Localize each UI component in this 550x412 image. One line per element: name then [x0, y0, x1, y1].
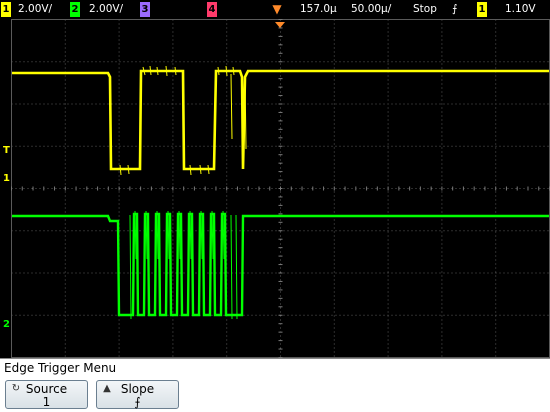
ch2-ground-marker[interactable]: 2: [3, 319, 10, 330]
softkey-bar: ↻ Source 1 ▲ Slope ⨍: [0, 377, 550, 412]
ch1-ground-marker[interactable]: 1: [3, 173, 10, 184]
trigger-level-marker[interactable]: T: [3, 145, 10, 156]
graticule: [11, 19, 550, 358]
slope-icon: ⨍: [452, 3, 458, 15]
menu-title: Edge Trigger Menu: [0, 358, 550, 377]
source-softkey[interactable]: ↻ Source 1: [5, 380, 88, 409]
ch1-scale: 2.00V/: [18, 3, 53, 15]
trigger-position-icon: ▼: [272, 2, 282, 16]
source-label: Source: [25, 382, 68, 396]
trigger-time: 157.0µ: [300, 3, 337, 15]
ch2-indicator[interactable]: 2: [70, 2, 80, 17]
slope-value: ⨍: [134, 395, 141, 409]
ch4-indicator[interactable]: 4: [207, 2, 217, 17]
ch1-indicator[interactable]: 1: [1, 2, 11, 17]
ch2-scale: 2.00V/: [89, 3, 124, 15]
slope-softkey[interactable]: ▲ Slope ⨍: [96, 380, 179, 409]
slope-label: Slope: [120, 382, 155, 396]
timebase: 50.00µ/: [351, 3, 392, 15]
waveform-display: T 1 2: [0, 19, 550, 358]
status-bar: 1 2.00V/ 2 2.00V/ 3 4 ▼ 157.0µ 50.00µ/ S…: [0, 0, 550, 19]
trigger-level: 1.10V: [505, 3, 536, 15]
source-value: 1: [42, 395, 51, 409]
trigger-source-indicator: 1: [477, 2, 487, 17]
ch3-indicator[interactable]: 3: [140, 2, 150, 17]
run-state: Stop: [413, 3, 437, 15]
trigger-point-marker: [275, 22, 285, 28]
